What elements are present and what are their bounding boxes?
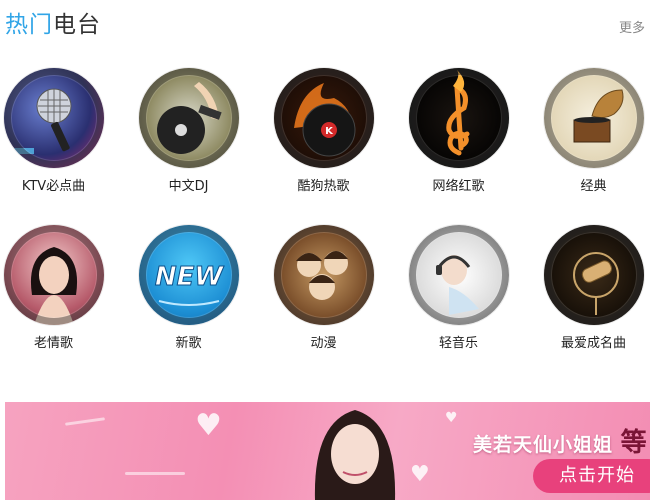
decor-streak [64, 417, 106, 426]
station-item-anime[interactable]: 动漫 [256, 225, 391, 353]
station-item-old-love-songs[interactable]: 老情歌 [0, 225, 121, 353]
flaming-treble-clef-icon [408, 68, 509, 168]
station-label: 网络红歌 [432, 179, 485, 194]
turntable-icon [138, 68, 239, 168]
section-title: 热门电台 [5, 10, 101, 40]
station-item-new-songs[interactable]: NEW 新歌 [121, 225, 256, 353]
section-header: 热门电台 更多 [5, 10, 645, 40]
flaming-record-icon: K [273, 68, 374, 168]
station-label: 动漫 [310, 336, 337, 351]
girl-portrait-icon [314, 410, 396, 500]
station-item-favorite-hits[interactable]: 最爱成名曲 [526, 225, 650, 353]
banner-headline-big: 等 [620, 428, 648, 458]
station-label: 酷狗热歌 [297, 179, 350, 194]
station-label: 轻音乐 [438, 336, 478, 351]
more-link[interactable]: 更多 [619, 17, 645, 36]
station-label: KTV必点曲 [21, 179, 86, 194]
station-label: 中文DJ [168, 179, 209, 194]
station-item-light-music[interactable]: 轻音乐 [391, 225, 526, 353]
studio-microphone-icon [543, 225, 644, 325]
decor-streak [125, 472, 185, 475]
headphones-relax-icon [408, 225, 509, 325]
heart-icon: ♥ [195, 408, 222, 443]
start-button[interactable]: 点击开始 [533, 459, 650, 493]
new-badge-icon: NEW [138, 225, 239, 325]
banner-headline-text: 美若天仙小姐姐 [473, 434, 614, 456]
heart-icon: ♥ [445, 410, 458, 426]
title-highlight: 热门 [5, 12, 53, 38]
station-label: 经典 [580, 179, 607, 194]
station-item-web-hits[interactable]: 网络红歌 [391, 68, 526, 196]
station-item-ktv[interactable]: KTV必点曲 [0, 68, 121, 196]
title-rest: 电台 [53, 12, 101, 38]
station-item-chinese-dj[interactable]: 中文DJ [121, 68, 256, 196]
promo-banner[interactable]: ♥ ♥ ♥ 美若天仙小姐姐 等 点击开始 [5, 402, 650, 500]
gramophone-icon [543, 68, 644, 168]
heart-icon: ♥ [410, 462, 430, 487]
station-label: 新歌 [175, 336, 202, 351]
anime-characters-icon [273, 225, 374, 325]
microphone-icon [3, 68, 104, 168]
singer-portrait-icon [3, 225, 104, 325]
station-item-classic[interactable]: 经典 [526, 68, 650, 196]
station-item-kugou-hot[interactable]: K 酷狗热歌 [256, 68, 391, 196]
banner-headline: 美若天仙小姐姐 等 [473, 422, 648, 459]
station-label: 老情歌 [33, 336, 73, 351]
station-label: 最爱成名曲 [560, 336, 626, 351]
